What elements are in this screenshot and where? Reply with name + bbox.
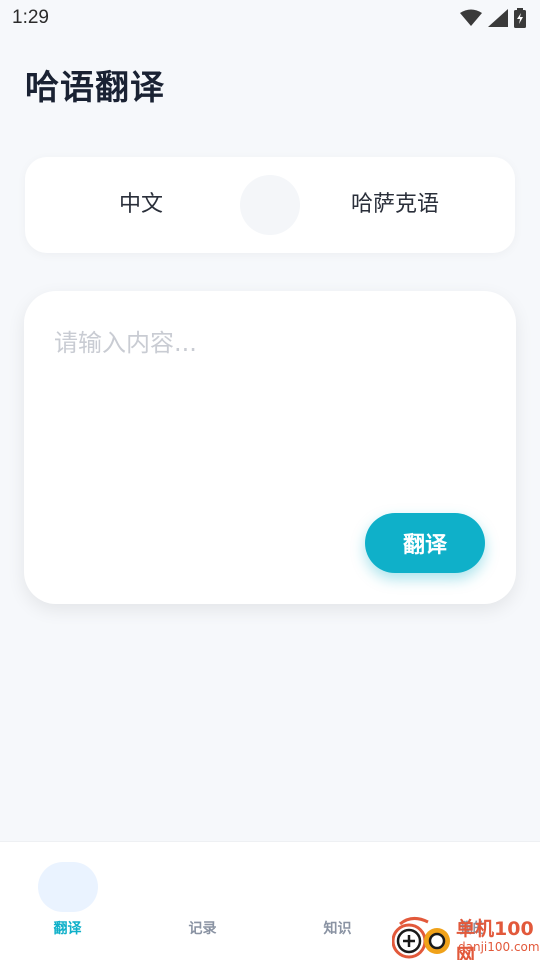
knowledge-nav-icon xyxy=(308,862,368,912)
watermark-url: danji100.com xyxy=(458,940,540,954)
language-selector-card: 中文 哈萨克语 xyxy=(25,157,515,253)
source-text-input[interactable] xyxy=(54,323,484,503)
profile-nav-icon xyxy=(443,862,503,912)
history-nav-icon xyxy=(173,862,233,912)
wifi-icon xyxy=(460,9,482,26)
input-card: 翻译 xyxy=(24,291,516,604)
nav-item-label: 记录 xyxy=(188,921,217,937)
page-title: 哈语翻译 xyxy=(25,68,165,108)
status-time: 1:29 xyxy=(12,7,49,28)
translate-nav-icon xyxy=(37,862,98,912)
status-icons xyxy=(460,8,526,28)
target-language-button[interactable]: 哈萨克语 xyxy=(351,157,439,253)
nav-item-knowledge[interactable]: 知识 xyxy=(270,842,405,960)
translate-button[interactable]: 翻译 xyxy=(365,513,485,573)
source-language-button[interactable]: 中文 xyxy=(119,157,163,253)
nav-item-history[interactable]: 记录 xyxy=(135,842,270,960)
nav-item-label: 知识 xyxy=(323,921,352,937)
signal-icon xyxy=(488,9,508,27)
status-bar: 1:29 xyxy=(0,0,540,36)
watermark-logo-icon xyxy=(392,917,450,959)
nav-item-translate[interactable]: 翻译 xyxy=(0,842,135,960)
watermark: 单机100网 danji100.com xyxy=(392,912,540,960)
nav-item-label: 翻译 xyxy=(53,921,82,937)
swap-languages-button[interactable] xyxy=(240,175,300,235)
battery-icon xyxy=(514,8,526,28)
